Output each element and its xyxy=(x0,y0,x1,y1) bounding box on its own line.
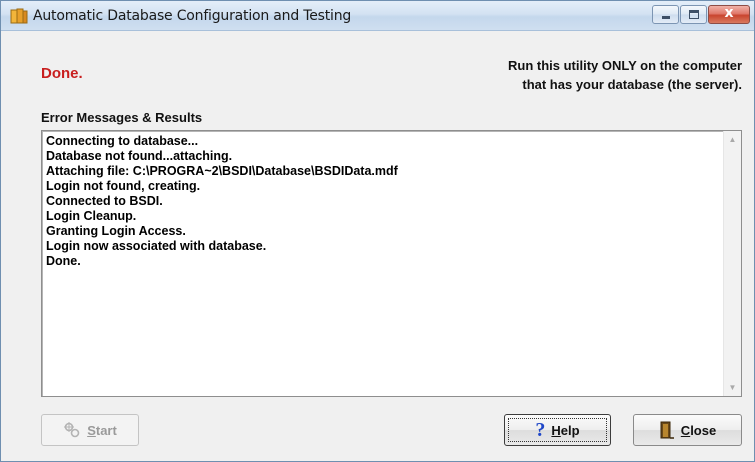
minimize-icon xyxy=(662,16,670,19)
title-bar[interactable]: Automatic Database Configuration and Tes… xyxy=(1,1,754,31)
status-text: Done. xyxy=(41,65,83,82)
notice-line-1: Run this utility ONLY on the computer xyxy=(507,58,742,73)
maximize-icon xyxy=(689,10,699,19)
notice-line-2: that has your database (the server). xyxy=(522,77,742,92)
scroll-down-icon[interactable]: ▼ xyxy=(724,379,741,396)
results-label: Error Messages & Results xyxy=(41,110,203,125)
help-button[interactable]: ? Help xyxy=(504,414,611,446)
dialog-window: Automatic Database Configuration and Tes… xyxy=(0,0,755,462)
log-line: Connected to BSDI. xyxy=(46,194,163,208)
log-line: Connecting to database... xyxy=(46,134,199,148)
log-line: Attaching file: C:\PROGRA~2\BSDI\Databas… xyxy=(46,164,398,178)
results-textbox[interactable]: Connecting to database... Database not f… xyxy=(41,130,742,397)
log-line: Database not found...attaching. xyxy=(46,149,233,163)
log-line: Granting Login Access. xyxy=(46,224,186,238)
close-label: Close xyxy=(680,422,717,438)
window-title: Automatic Database Configuration and Tes… xyxy=(33,8,352,24)
help-icon: ? xyxy=(535,418,546,441)
close-door-icon xyxy=(660,421,674,439)
close-icon: x xyxy=(724,5,734,21)
scroll-up-icon[interactable]: ▲ xyxy=(724,131,741,148)
help-label: Help xyxy=(551,422,580,438)
close-window-button[interactable]: x xyxy=(708,5,750,24)
log-line: Login not found, creating. xyxy=(46,179,201,193)
server-notice: Run this utility ONLY on the computer th… xyxy=(422,56,742,94)
start-button[interactable]: Start xyxy=(41,414,139,446)
vertical-scrollbar[interactable]: ▲ ▼ xyxy=(723,131,741,396)
minimize-button[interactable] xyxy=(652,5,679,24)
close-button[interactable]: Close xyxy=(633,414,742,446)
start-label: Start xyxy=(87,422,117,438)
results-lines: Connecting to database... Database not f… xyxy=(46,134,716,269)
app-icon xyxy=(10,8,28,24)
log-line: Done. xyxy=(46,254,81,268)
log-line: Login Cleanup. xyxy=(46,209,137,223)
start-icon xyxy=(64,422,80,438)
log-line: Login now associated with database. xyxy=(46,239,267,253)
maximize-button[interactable] xyxy=(680,5,707,24)
